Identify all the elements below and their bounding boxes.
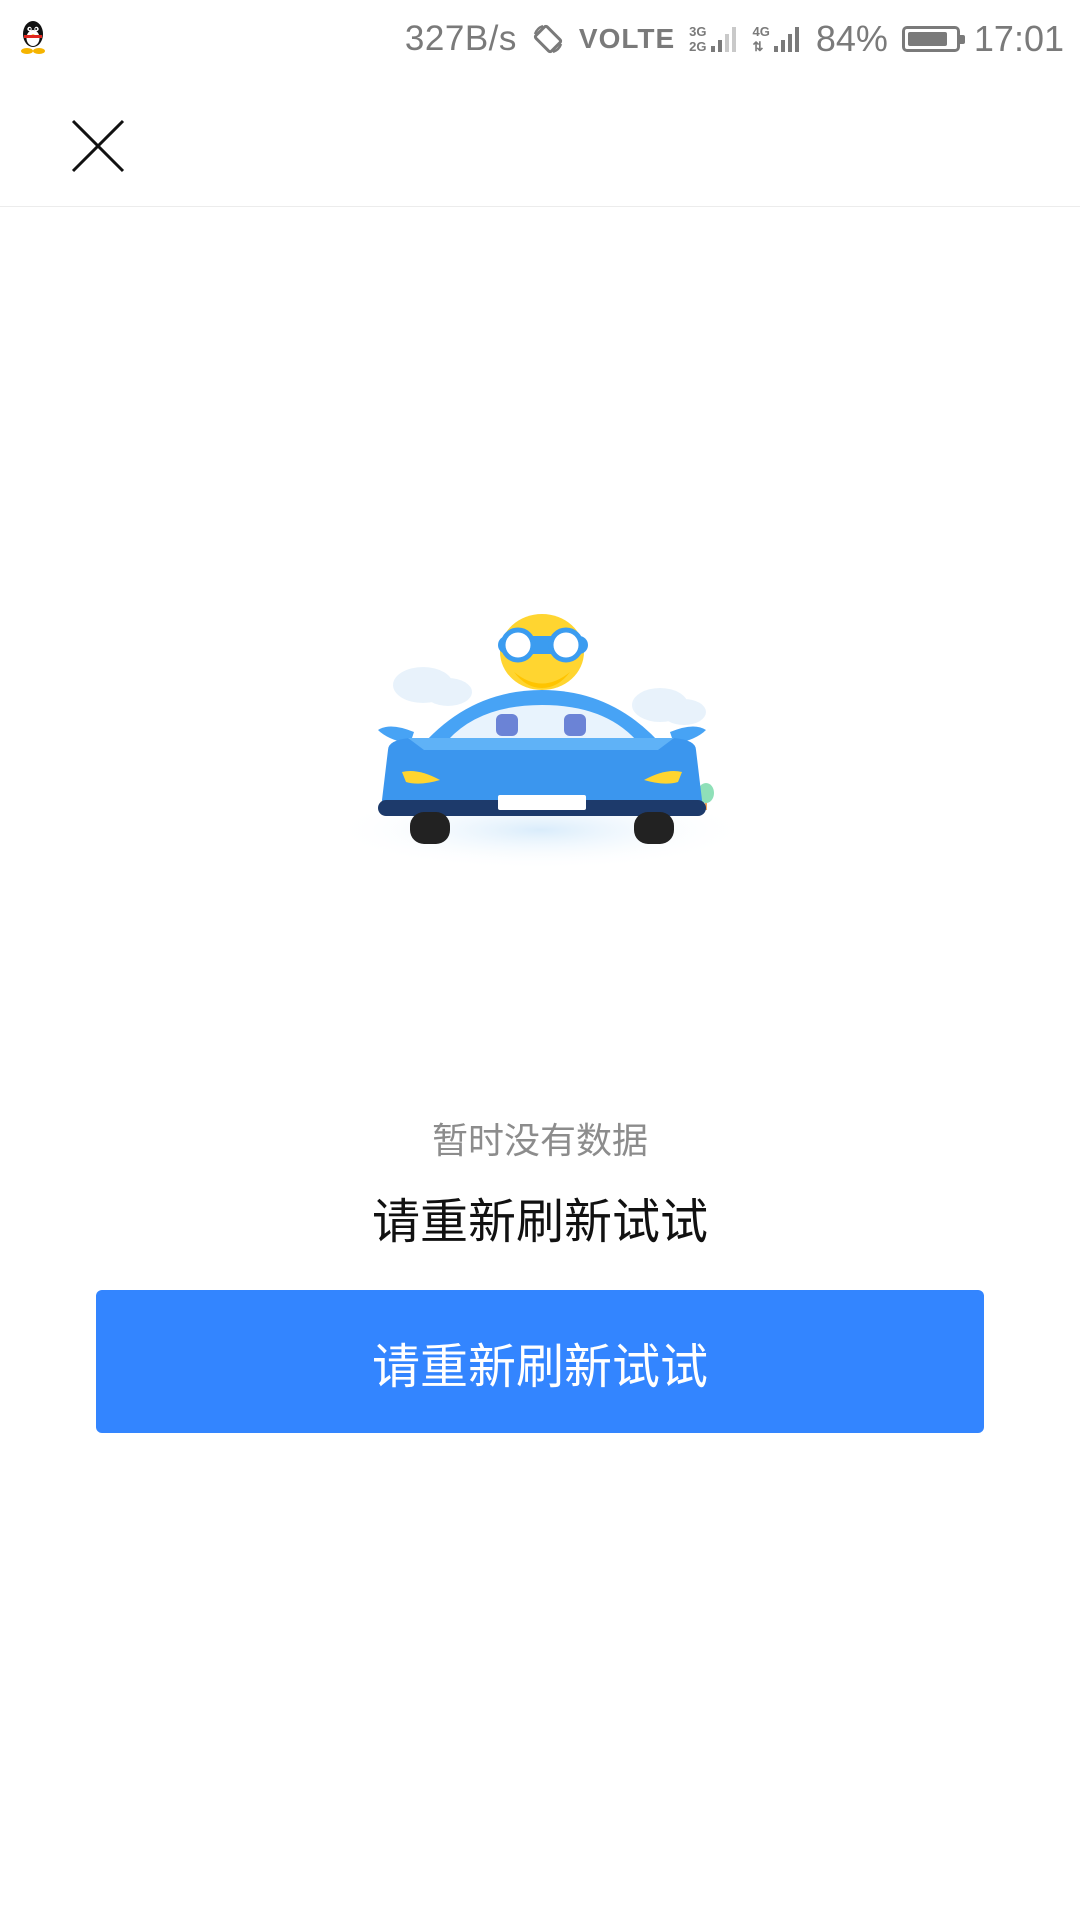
header-bar	[0, 78, 1080, 207]
signal-sim2: 4G ⇅	[753, 24, 802, 54]
battery-percent: 84%	[815, 18, 888, 59]
signal-icon	[710, 27, 736, 52]
close-button[interactable]	[60, 108, 135, 183]
battery-icon	[901, 26, 965, 52]
close-icon	[71, 119, 124, 172]
empty-state-caption: 暂时没有数据	[431, 1121, 648, 1162]
retry-button[interactable]: 请重新刷新试试	[96, 1290, 984, 1433]
gen-label-3g: 3G	[689, 24, 707, 39]
car-driver-illustration	[330, 614, 750, 870]
status-bar: 327B/s VOLTE 3G 2G 4G ⇅ 84% 17:01	[0, 0, 1080, 78]
battery-level	[907, 32, 947, 46]
empty-state-message: 请重新刷新试试	[371, 1194, 708, 1250]
network-speed: 327B/s	[404, 19, 517, 58]
qq-penguin-icon	[21, 21, 45, 54]
signal-sim1: 3G 2G	[689, 24, 738, 54]
screen: 327B/s VOLTE 3G 2G 4G ⇅ 84% 17:01 暂时没有数据…	[0, 0, 1080, 1920]
data-arrows-icon: ⇅	[752, 39, 764, 54]
screen-rotation-icon	[533, 24, 563, 54]
gen-label-4g: 4G	[752, 24, 770, 39]
volte-label: VOLTE	[578, 23, 676, 54]
gen-label-2g: 2G	[689, 39, 707, 54]
clock: 17:01	[973, 18, 1064, 59]
status-icons: 327B/s VOLTE 3G 2G 4G ⇅ 84% 17:01	[405, 14, 1064, 64]
retry-button-label: 请重新刷新试试	[371, 1338, 708, 1395]
signal-icon	[773, 27, 799, 52]
